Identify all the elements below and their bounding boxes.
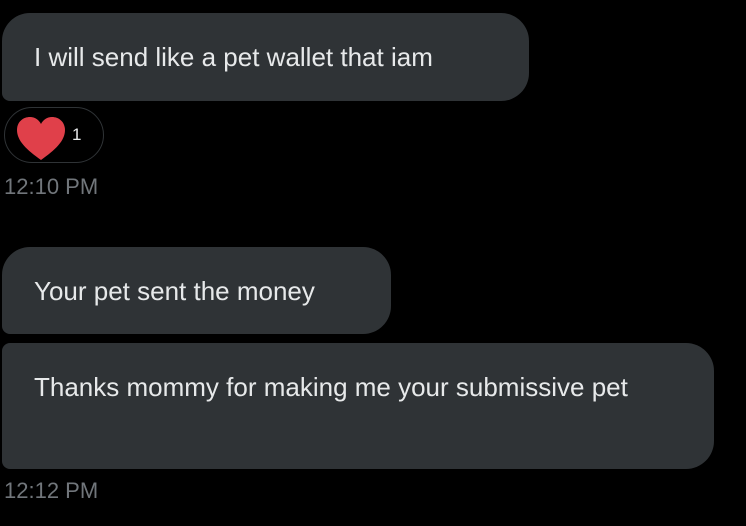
- reaction-count: 1: [72, 125, 82, 144]
- message-bubble[interactable]: Your pet sent the money: [2, 247, 391, 334]
- message-text: I will send like a pet wallet that iam: [34, 42, 433, 72]
- message-bubble[interactable]: I will send like a pet wallet that iam: [2, 13, 529, 101]
- heart-icon: [17, 117, 65, 160]
- message-bubble[interactable]: Thanks mommy for making me your submissi…: [2, 343, 714, 469]
- message-timestamp: 12:10 PM: [4, 174, 99, 199]
- message-timestamp: 12:12 PM: [4, 478, 99, 503]
- message-text: Your pet sent the money: [34, 276, 315, 306]
- reaction-badge[interactable]: 1: [4, 107, 104, 163]
- message-text: Thanks mommy for making me your submissi…: [34, 372, 628, 402]
